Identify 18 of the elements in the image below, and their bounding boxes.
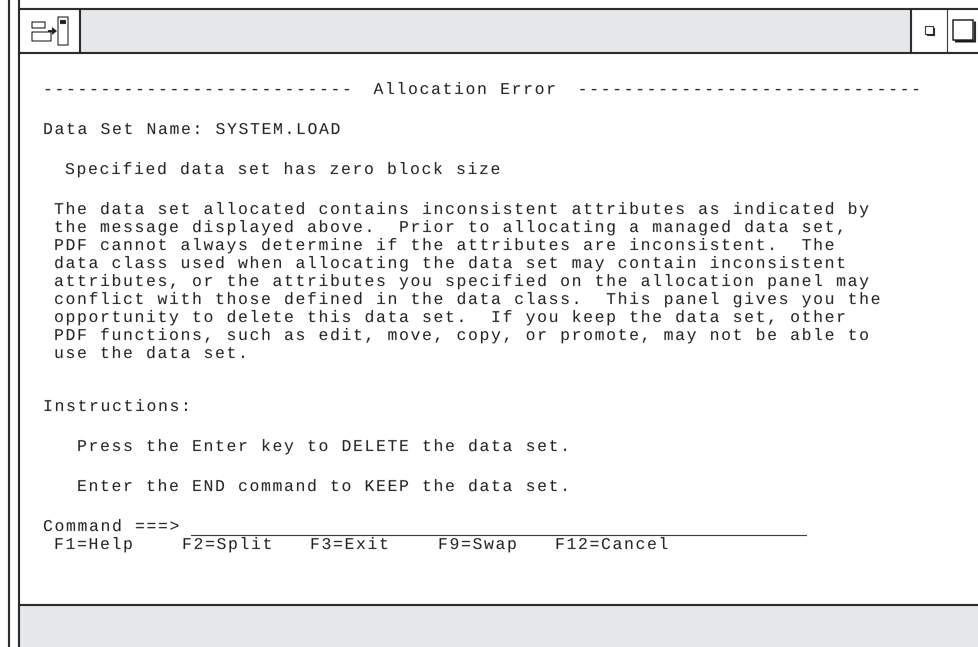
instruction-text: Enter the END command to KEEP the data set. <box>77 478 572 496</box>
function-key[interactable]: F2=Split <box>182 536 310 554</box>
command-label: Command ===> <box>43 518 182 536</box>
data-set-name: Data Set Name: SYSTEM.LOAD <box>43 121 342 139</box>
header-rule: ------------------------------ <box>578 81 923 99</box>
header-rule: --------------------------- <box>43 81 354 99</box>
square-icon <box>924 26 934 36</box>
square-icon <box>952 19 976 43</box>
long-message: The data set allocated contains inconsistent attributes as indicated by the message displayed above. Prior to allocating a managed data set, PDF cannot always determine if the attributes are inconsistent. The data class used when allocating the data set may contain inconsistent attributes, or the attributes you specified on the allocation panel may conflict with those defined in the data class. This panel gives you the opportunity to delete this data set. If you keep the data set, other PDF functions, such as edit, move, copy, or promote, may not be able to use the data set. <box>54 201 882 363</box>
panel-title: Allocation Error <box>374 81 558 99</box>
function-key[interactable]: F9=Swap <box>438 536 555 554</box>
arrow-box-icon[interactable] <box>30 16 68 46</box>
function-key[interactable]: F1=Help <box>54 536 182 554</box>
instructions-label: Instructions: <box>43 398 193 416</box>
instruction-text: Press the Enter key to DELETE the data set. <box>77 438 572 456</box>
short-message: Specified data set has zero block size <box>65 161 502 179</box>
function-key[interactable]: F3=Exit <box>310 536 438 554</box>
function-key[interactable]: F12=Cancel <box>555 536 670 554</box>
